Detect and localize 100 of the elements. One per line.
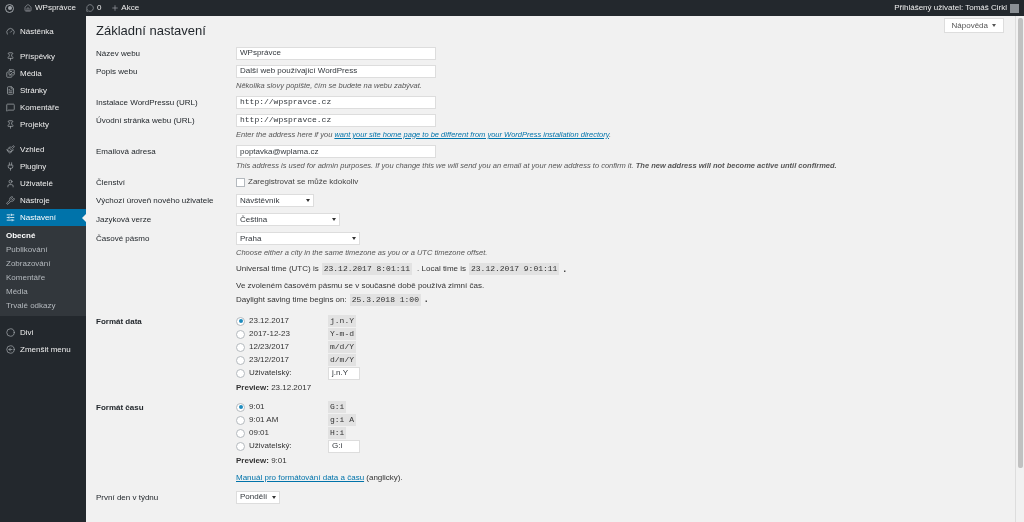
radio-label: Uživatelský: bbox=[249, 440, 292, 452]
custom-format-field[interactable]: j.n.Y bbox=[328, 366, 360, 380]
dropdown[interactable]: Čeština bbox=[236, 213, 340, 227]
field-label: Jazyková verze bbox=[96, 214, 153, 227]
sidebar-item[interactable]: Příspěvky bbox=[0, 48, 86, 65]
sidebar-item[interactable]: Projekty bbox=[0, 116, 86, 133]
format-preview: Preview: 23.12.2017 bbox=[236, 381, 313, 394]
checkbox[interactable] bbox=[236, 177, 245, 187]
dst-note: Ve zvoleném časovém pásmu se v současné době používá zimní čas. bbox=[236, 280, 486, 292]
radio-button[interactable] bbox=[236, 428, 245, 438]
sidebar-item[interactable]: Komentáře bbox=[0, 99, 86, 116]
local-time-label: . Local time is bbox=[416, 263, 466, 276]
avatar-placeholder bbox=[1010, 3, 1019, 13]
sentence-period: . bbox=[562, 262, 567, 276]
sidebar-item[interactable]: Pluginy bbox=[0, 158, 86, 175]
field-label: Formát data bbox=[96, 315, 143, 328]
user-icon bbox=[6, 179, 15, 188]
caret-icon bbox=[332, 218, 336, 222]
user-menu[interactable]: Přihlášený uživatel: Tomáš Cirkl bbox=[894, 2, 1019, 14]
submenu-item[interactable]: Obecné bbox=[0, 229, 86, 243]
sidebar-item[interactable]: Uživatelé bbox=[0, 175, 86, 192]
radio-label: 09:01 bbox=[249, 427, 270, 439]
help-button[interactable]: Nápověda bbox=[943, 18, 1004, 33]
radio-label: 23/12/2017 bbox=[249, 354, 290, 366]
text-field[interactable]: http://wpspravce.cz bbox=[236, 95, 436, 109]
page-icon bbox=[6, 86, 15, 95]
home-icon bbox=[24, 4, 32, 12]
radio-button[interactable] bbox=[236, 441, 245, 451]
field-label: Emailová adresa bbox=[96, 146, 157, 158]
text-field[interactable]: Další web používající WordPress bbox=[236, 64, 436, 78]
radio-label: 12/23/2017 bbox=[249, 341, 290, 353]
field-label: Formát času bbox=[96, 401, 145, 414]
radio-button[interactable] bbox=[236, 402, 245, 412]
submenu-item[interactable]: Publikování bbox=[0, 243, 86, 257]
text-field[interactable]: http://wpspravce.cz bbox=[236, 113, 436, 127]
code-snippet: 23.12.2017 9:01:11 bbox=[469, 263, 560, 276]
sidebar-item[interactable]: Stránky bbox=[0, 82, 86, 99]
plus-icon bbox=[111, 4, 120, 12]
submenu-item[interactable]: Trvalé odkazy bbox=[0, 299, 86, 313]
sidebar-item[interactable]: Nastavení bbox=[0, 209, 86, 226]
code-snippet: 23.12.2017 8:01:11 bbox=[321, 263, 413, 276]
radio-button[interactable] bbox=[236, 415, 245, 425]
caret-icon bbox=[306, 199, 310, 203]
pin-icon bbox=[6, 120, 15, 129]
radio-button[interactable] bbox=[236, 355, 245, 365]
speech-bubble-icon bbox=[6, 103, 15, 112]
field-label: Instalace WordPressu (URL) bbox=[96, 96, 199, 109]
dropdown[interactable]: Praha bbox=[236, 232, 360, 246]
code-snippet: H:i bbox=[328, 427, 347, 439]
sidebar-item[interactable]: Vzhled bbox=[0, 141, 86, 158]
dashboard-icon bbox=[6, 27, 15, 36]
radio-label: Uživatelský: bbox=[249, 367, 292, 379]
field-label: Členství bbox=[96, 177, 126, 189]
radio-button[interactable] bbox=[236, 342, 245, 352]
site-link[interactable]: WPsprávce bbox=[24, 2, 76, 14]
field-label: Časové pásmo bbox=[96, 233, 151, 246]
text-field[interactable]: WPsprávce bbox=[236, 46, 436, 60]
submenu-item[interactable]: Média bbox=[0, 285, 86, 299]
brush-icon bbox=[6, 145, 15, 154]
dropdown[interactable]: Návštěvník bbox=[236, 194, 314, 208]
sidebar-item[interactable]: Divi bbox=[0, 324, 86, 341]
sidebar-item[interactable]: Nástěnka bbox=[0, 23, 86, 40]
sidebar-item[interactable]: Zmenšit menu bbox=[0, 341, 86, 358]
collapse-icon bbox=[6, 345, 15, 354]
sidebar-item[interactable]: Média bbox=[0, 65, 86, 82]
new-link[interactable]: Akce bbox=[111, 2, 140, 14]
radio-label: 9:01 AM bbox=[249, 414, 279, 426]
radio-button[interactable] bbox=[236, 368, 245, 378]
code-snippet: 25.3.2018 1:00 bbox=[349, 293, 421, 306]
radio-label: 23.12.2017 bbox=[249, 315, 290, 327]
text-field[interactable]: poptavka@wplama.cz bbox=[236, 145, 436, 158]
caret-icon bbox=[272, 495, 276, 499]
pin-icon bbox=[6, 52, 15, 61]
custom-format-field[interactable]: G:i bbox=[328, 439, 360, 453]
page-title: Základní nastavení bbox=[96, 22, 206, 40]
dst-label: Daylight saving time begins on: bbox=[236, 293, 347, 306]
comments-link[interactable]: 0 bbox=[85, 2, 102, 14]
manual-link[interactable]: Manuál pro formátování data a času bbox=[236, 472, 365, 482]
wrench-icon bbox=[6, 196, 15, 205]
radio-button[interactable] bbox=[236, 329, 245, 339]
radio-button[interactable] bbox=[236, 316, 245, 326]
comment-icon bbox=[85, 4, 94, 12]
field-label: Úvodní stránka webu (URL) bbox=[96, 114, 196, 127]
code-snippet: Y-m-d bbox=[328, 328, 356, 340]
submenu-item[interactable]: Zobrazování bbox=[0, 257, 86, 271]
code-snippet: j.n.Y bbox=[328, 315, 356, 327]
field-label: Popis webu bbox=[96, 65, 139, 78]
utc-time-label: Universal time (UTC) is bbox=[236, 263, 319, 276]
submenu-item[interactable]: Komentáře bbox=[0, 271, 86, 285]
dropdown[interactable]: Pondělí bbox=[236, 490, 280, 504]
radio-label: 2017-12-23 bbox=[249, 328, 290, 340]
circle-icon bbox=[6, 328, 15, 337]
plug-icon bbox=[6, 162, 15, 171]
caret-icon bbox=[992, 24, 996, 27]
settings-icon bbox=[6, 213, 15, 222]
sidebar-item[interactable]: Nástroje bbox=[0, 192, 86, 209]
radio-label: 9:01 bbox=[249, 401, 265, 413]
code-snippet: d/m/Y bbox=[328, 354, 356, 366]
field-label: Výchozí úroveň nového uživatele bbox=[96, 195, 215, 208]
code-snippet: m/d/Y bbox=[328, 341, 356, 353]
